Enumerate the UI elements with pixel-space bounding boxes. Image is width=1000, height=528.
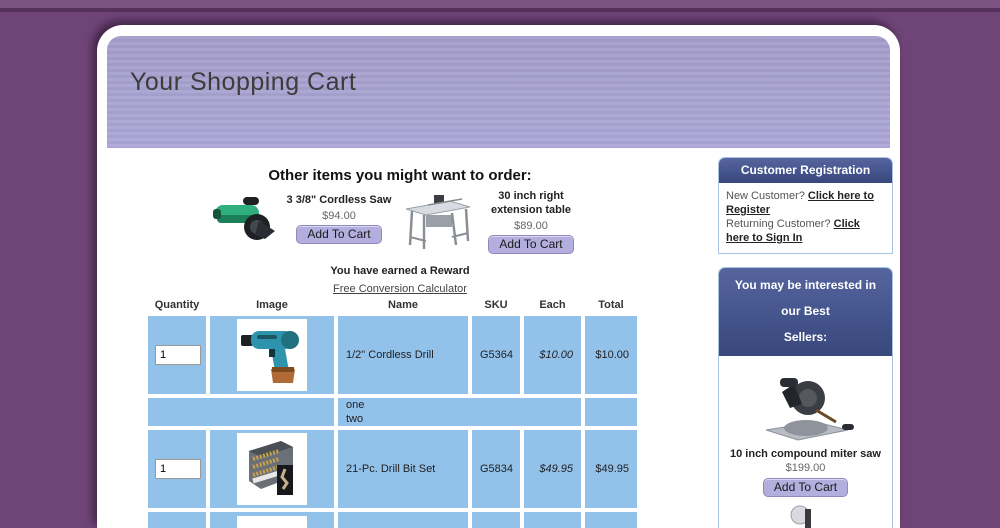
drill-bit-set-image — [237, 433, 307, 505]
cart-note-row: one two — [148, 398, 637, 426]
partial-product-image — [237, 516, 307, 528]
customer-registration-header: Customer Registration — [719, 158, 892, 183]
column-header-sku: SKU — [472, 299, 520, 312]
promo-item-details: 3 3/8" Cordless Saw $94.00 Add To Cart — [281, 193, 397, 244]
promo-item-name: 3 3/8" Cordless Saw — [281, 193, 397, 207]
sku-cell: G5364 — [472, 316, 520, 394]
column-header-each: Each — [524, 299, 581, 312]
sidebar: Customer Registration New Customer? Clic… — [718, 157, 893, 528]
each-price-cell: $10.00 — [524, 316, 581, 394]
customer-registration-box: Customer Registration New Customer? Clic… — [718, 157, 893, 254]
best-sellers-box: You may be interested in our Best Seller… — [718, 267, 893, 528]
promo-item-details: 30 inch right extension table $89.00 Add… — [473, 189, 589, 254]
calculator-link-row: Free Conversion Calculator — [148, 283, 652, 295]
product-name-cell: 21-Pc. Drill Bit Set — [338, 430, 468, 508]
cart-row: 1/2" Cordless Drill G5364 $10.00 $10.00 — [148, 316, 637, 394]
product-name-cell — [338, 512, 468, 528]
each-price-cell: $49.95 — [524, 430, 581, 508]
cart-table: Quantity Image Name SKU Each Total — [144, 295, 641, 528]
note-line: one — [346, 398, 581, 412]
free-conversion-calculator-link[interactable]: Free Conversion Calculator — [333, 283, 467, 295]
add-to-cart-button[interactable]: Add To Cart — [763, 478, 848, 497]
cordless-circular-saw-image — [211, 189, 281, 247]
page-background: Your Shopping Cart Other items you might… — [0, 0, 1000, 528]
cart-row — [148, 512, 637, 528]
content-panel: Your Shopping Cart Other items you might… — [97, 25, 900, 528]
quantity-input[interactable] — [155, 345, 201, 365]
quantity-input[interactable] — [155, 459, 201, 479]
note-cell: one two — [338, 398, 581, 426]
column-header-total: Total — [585, 299, 637, 312]
page-header: Your Shopping Cart — [107, 36, 890, 148]
best-seller-price: $199.00 — [723, 462, 888, 474]
note-empty-cell — [148, 398, 334, 426]
quantity-cell — [148, 512, 206, 528]
sku-cell: G5834 — [472, 430, 520, 508]
column-header-image: Image — [210, 299, 334, 312]
total-price-cell — [585, 512, 637, 528]
promo-items: 3 3/8" Cordless Saw $94.00 Add To Cart — [148, 189, 652, 254]
promo-item-price: $94.00 — [281, 210, 397, 222]
cordless-drill-image — [237, 319, 307, 391]
promo-heading: Other items you might want to order: — [148, 167, 652, 184]
each-price-cell — [524, 512, 581, 528]
promo-item: 30 inch right extension table $89.00 Add… — [403, 189, 589, 254]
cart-header-row: Quantity Image Name SKU Each Total — [148, 299, 637, 312]
best-sellers-title-line: You may be interested in our Best — [725, 272, 886, 324]
note-empty-cell — [585, 398, 637, 426]
returning-customer-label: Returning Customer? — [726, 218, 831, 230]
promo-item-name: 30 inch right extension table — [473, 189, 589, 217]
best-seller-name: 10 inch compound miter saw — [723, 448, 888, 460]
best-sellers-header: You may be interested in our Best Seller… — [719, 268, 892, 356]
best-sellers-body: 10 inch compound miter saw $199.00 Add T… — [719, 356, 892, 528]
image-cell — [210, 512, 334, 528]
add-to-cart-button[interactable]: Add To Cart — [296, 225, 381, 244]
image-cell — [210, 316, 334, 394]
total-price-cell: $49.95 — [585, 430, 637, 508]
cart-row: 21-Pc. Drill Bit Set G5834 $49.95 $49.95 — [148, 430, 637, 508]
image-cell — [210, 430, 334, 508]
top-band — [0, 0, 1000, 12]
quantity-cell — [148, 430, 206, 508]
new-customer-label: New Customer? — [726, 190, 805, 202]
add-to-cart-button[interactable]: Add To Cart — [488, 235, 573, 254]
promo-item: 3 3/8" Cordless Saw $94.00 Add To Cart — [211, 189, 397, 247]
note-line: two — [346, 412, 581, 426]
reward-message: You have earned a Reward — [148, 265, 652, 277]
best-sellers-title-line: Sellers: — [725, 324, 886, 350]
extension-table-image — [403, 193, 473, 251]
sku-cell — [472, 512, 520, 528]
promo-item-price: $89.00 — [473, 220, 589, 232]
column-header-name: Name — [338, 299, 468, 312]
total-price-cell: $10.00 — [585, 316, 637, 394]
product-name-cell: 1/2" Cordless Drill — [338, 316, 468, 394]
miter-saw-image — [723, 364, 888, 444]
column-header-quantity: Quantity — [148, 299, 206, 312]
quantity-cell — [148, 316, 206, 394]
page-title: Your Shopping Cart — [130, 68, 356, 97]
customer-registration-body: New Customer? Click here to Register Ret… — [719, 183, 892, 253]
band-saw-image — [723, 505, 888, 528]
